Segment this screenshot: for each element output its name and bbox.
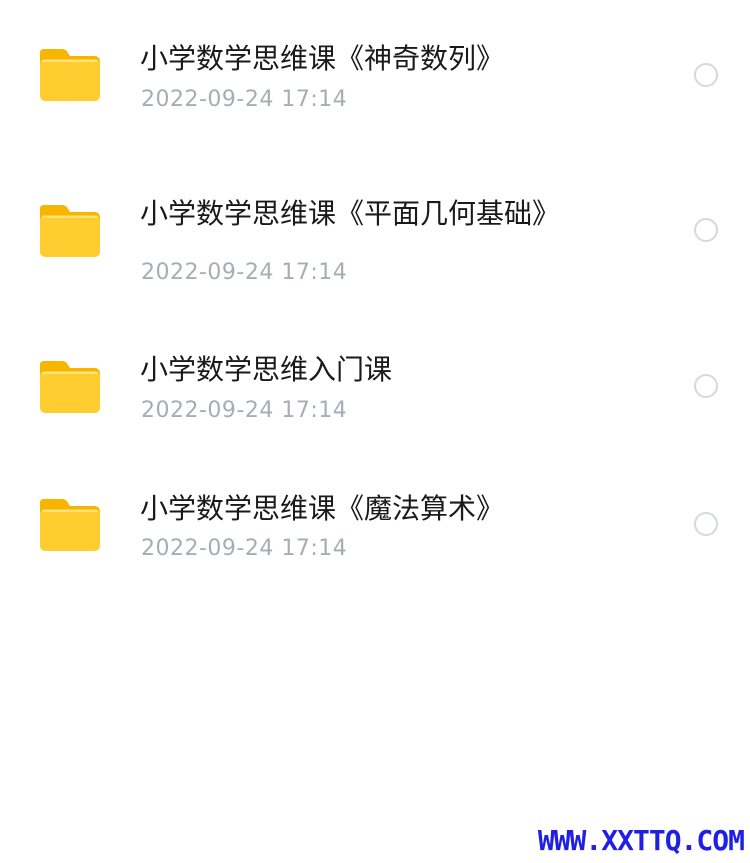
file-name: 小学数学思维课《魔法算术》 — [140, 492, 505, 525]
select-radio[interactable] — [694, 512, 718, 536]
file-row[interactable]: 小学数学思维课《平面几何基础》 2022-09-24 17:14 — [0, 150, 750, 285]
folder-icon — [40, 205, 100, 257]
file-name: 小学数学思维课《神奇数列》 — [140, 42, 505, 75]
select-radio[interactable] — [694, 374, 718, 398]
file-row[interactable]: 小学数学思维课《神奇数列》 2022-09-24 17:14 — [0, 0, 750, 120]
file-modified-time: 2022-09-24 17:14 — [141, 87, 348, 112]
file-modified-time: 2022-09-24 17:14 — [141, 536, 348, 561]
watermark-text: WWW.XXTTQ.COM — [537, 824, 745, 857]
folder-icon — [40, 361, 100, 413]
file-name: 小学数学思维课《平面几何基础》 — [140, 197, 561, 230]
folder-icon — [40, 49, 100, 101]
select-radio[interactable] — [694, 218, 718, 242]
file-row[interactable]: 小学数学思维入门课 2022-09-24 17:14 — [0, 330, 750, 450]
file-name: 小学数学思维入门课 — [140, 353, 393, 386]
file-row[interactable]: 小学数学思维课《魔法算术》 2022-09-24 17:14 — [0, 470, 750, 590]
select-radio[interactable] — [694, 63, 718, 87]
folder-icon — [40, 499, 100, 551]
file-modified-time: 2022-09-24 17:14 — [141, 398, 348, 423]
file-modified-time: 2022-09-24 17:14 — [141, 260, 348, 285]
